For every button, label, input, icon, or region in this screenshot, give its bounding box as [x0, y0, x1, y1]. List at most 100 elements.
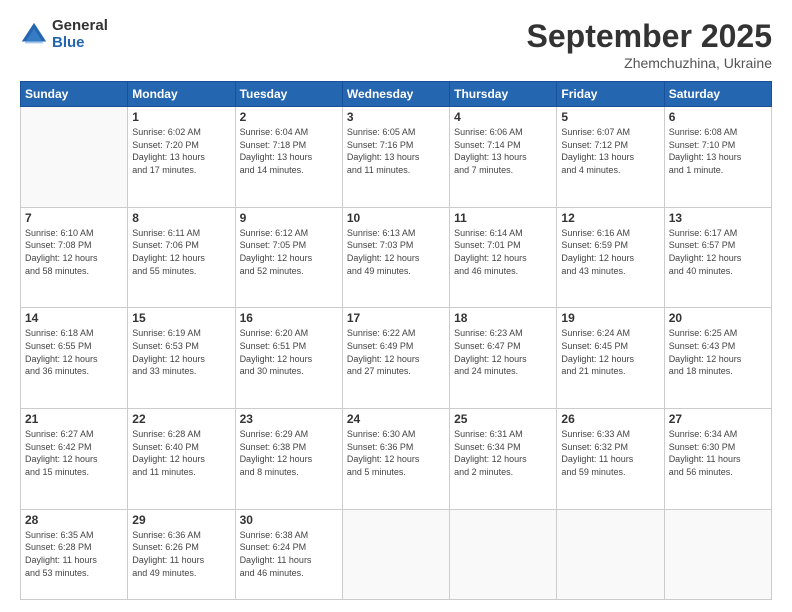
table-row: 22 Sunrise: 6:28 AM Sunset: 6:40 PM Dayli…	[128, 409, 235, 510]
day-info: Sunrise: 6:24 AM Sunset: 6:45 PM Dayligh…	[561, 327, 659, 377]
header-sunday: Sunday	[21, 82, 128, 107]
day-number: 29	[132, 513, 230, 527]
table-row: 23Sunrise: 6:29 AM Sunset: 6:38 PM Dayli…	[235, 409, 342, 510]
table-row: 13 Sunrise: 6:17 AM Sunset: 6:57 PM Dayli…	[664, 207, 771, 308]
day-info: Sunrise: 6:38 AM Sunset: 6:24 PM Dayligh…	[240, 529, 338, 579]
day-info: Sunrise: 6:07 AM Sunset: 7:12 PM Dayligh…	[561, 126, 659, 176]
day-info: Sunrise: 6:22 AM Sunset: 6:49 PM Dayligh…	[347, 327, 445, 377]
calendar-table: Sunday Monday Tuesday Wednesday Thursday…	[20, 81, 772, 600]
header-monday: Monday	[128, 82, 235, 107]
day-number: 11	[454, 211, 552, 225]
calendar-row: 21 Sunrise: 6:27 AM Sunset: 6:42 PM Dayli…	[21, 409, 772, 510]
day-info: Sunrise: 6:11 AM Sunset: 7:06 PM Dayligh…	[132, 227, 230, 277]
day-info: Sunrise: 6:25 AM Sunset: 6:43 PM Dayligh…	[669, 327, 767, 377]
day-number: 20	[669, 311, 767, 325]
day-info: Sunrise: 6:19 AM Sunset: 6:53 PM Dayligh…	[132, 327, 230, 377]
day-number: 13	[669, 211, 767, 225]
table-row: 27 Sunrise: 6:34 AM Sunset: 6:30 PM Dayli…	[664, 409, 771, 510]
table-row: 30Sunrise: 6:38 AM Sunset: 6:24 PM Dayli…	[235, 509, 342, 599]
header-friday: Friday	[557, 82, 664, 107]
table-row: 7 Sunrise: 6:10 AM Sunset: 7:08 PM Daylig…	[21, 207, 128, 308]
table-row: 5Sunrise: 6:07 AM Sunset: 7:12 PM Daylig…	[557, 107, 664, 208]
table-row: 21 Sunrise: 6:27 AM Sunset: 6:42 PM Dayli…	[21, 409, 128, 510]
day-info: Sunrise: 6:33 AM Sunset: 6:32 PM Dayligh…	[561, 428, 659, 478]
table-row: 14 Sunrise: 6:18 AM Sunset: 6:55 PM Dayli…	[21, 308, 128, 409]
table-row	[450, 509, 557, 599]
day-info: Sunrise: 6:35 AM Sunset: 6:28 PM Dayligh…	[25, 529, 123, 579]
day-info: Sunrise: 6:36 AM Sunset: 6:26 PM Dayligh…	[132, 529, 230, 579]
day-info: Sunrise: 6:28 AM Sunset: 6:40 PM Dayligh…	[132, 428, 230, 478]
day-info: Sunrise: 6:18 AM Sunset: 6:55 PM Dayligh…	[25, 327, 123, 377]
day-info: Sunrise: 6:06 AM Sunset: 7:14 PM Dayligh…	[454, 126, 552, 176]
day-number: 8	[132, 211, 230, 225]
table-row: 18 Sunrise: 6:23 AM Sunset: 6:47 PM Dayli…	[450, 308, 557, 409]
table-row: 4 Sunrise: 6:06 AM Sunset: 7:14 PM Daylig…	[450, 107, 557, 208]
day-info: Sunrise: 6:14 AM Sunset: 7:01 PM Dayligh…	[454, 227, 552, 277]
table-row: 28 Sunrise: 6:35 AM Sunset: 6:28 PM Dayli…	[21, 509, 128, 599]
day-number: 16	[240, 311, 338, 325]
day-number: 10	[347, 211, 445, 225]
calendar-row: 7 Sunrise: 6:10 AM Sunset: 7:08 PM Daylig…	[21, 207, 772, 308]
weekday-header-row: Sunday Monday Tuesday Wednesday Thursday…	[21, 82, 772, 107]
table-row: 15 Sunrise: 6:19 AM Sunset: 6:53 PM Dayli…	[128, 308, 235, 409]
day-info: Sunrise: 6:16 AM Sunset: 6:59 PM Dayligh…	[561, 227, 659, 277]
day-info: Sunrise: 6:08 AM Sunset: 7:10 PM Dayligh…	[669, 126, 767, 176]
logo-text: General Blue	[52, 18, 108, 51]
day-number: 19	[561, 311, 659, 325]
day-info: Sunrise: 6:12 AM Sunset: 7:05 PM Dayligh…	[240, 227, 338, 277]
day-info: Sunrise: 6:05 AM Sunset: 7:16 PM Dayligh…	[347, 126, 445, 176]
day-info: Sunrise: 6:17 AM Sunset: 6:57 PM Dayligh…	[669, 227, 767, 277]
day-info: Sunrise: 6:27 AM Sunset: 6:42 PM Dayligh…	[25, 428, 123, 478]
calendar-row: 28 Sunrise: 6:35 AM Sunset: 6:28 PM Dayli…	[21, 509, 772, 599]
day-number: 22	[132, 412, 230, 426]
day-info: Sunrise: 6:10 AM Sunset: 7:08 PM Dayligh…	[25, 227, 123, 277]
table-row	[342, 509, 449, 599]
day-number: 27	[669, 412, 767, 426]
location: Zhemchuzhina, Ukraine	[527, 55, 772, 71]
calendar-row: 14 Sunrise: 6:18 AM Sunset: 6:55 PM Dayli…	[21, 308, 772, 409]
day-info: Sunrise: 6:02 AM Sunset: 7:20 PM Dayligh…	[132, 126, 230, 176]
header-thursday: Thursday	[450, 82, 557, 107]
table-row: 17 Sunrise: 6:22 AM Sunset: 6:49 PM Dayli…	[342, 308, 449, 409]
table-row: 9 Sunrise: 6:12 AM Sunset: 7:05 PM Daylig…	[235, 207, 342, 308]
table-row: 29 Sunrise: 6:36 AM Sunset: 6:26 PM Dayli…	[128, 509, 235, 599]
header-wednesday: Wednesday	[342, 82, 449, 107]
day-number: 4	[454, 110, 552, 124]
logo-general-text: General	[52, 18, 108, 35]
day-number: 7	[25, 211, 123, 225]
day-number: 9	[240, 211, 338, 225]
day-number: 28	[25, 513, 123, 527]
day-info: Sunrise: 6:31 AM Sunset: 6:34 PM Dayligh…	[454, 428, 552, 478]
day-number: 3	[347, 110, 445, 124]
day-number: 26	[561, 412, 659, 426]
day-info: Sunrise: 6:29 AM Sunset: 6:38 PM Dayligh…	[240, 428, 338, 478]
table-row: 8 Sunrise: 6:11 AM Sunset: 7:06 PM Daylig…	[128, 207, 235, 308]
header-saturday: Saturday	[664, 82, 771, 107]
table-row: 16 Sunrise: 6:20 AM Sunset: 6:51 PM Dayli…	[235, 308, 342, 409]
day-info: Sunrise: 6:20 AM Sunset: 6:51 PM Dayligh…	[240, 327, 338, 377]
table-row: 12 Sunrise: 6:16 AM Sunset: 6:59 PM Dayli…	[557, 207, 664, 308]
month-title: September 2025	[527, 18, 772, 55]
day-number: 6	[669, 110, 767, 124]
day-number: 15	[132, 311, 230, 325]
day-info: Sunrise: 6:34 AM Sunset: 6:30 PM Dayligh…	[669, 428, 767, 478]
logo-blue-text: Blue	[52, 35, 108, 52]
table-row: 10Sunrise: 6:13 AM Sunset: 7:03 PM Dayli…	[342, 207, 449, 308]
day-number: 21	[25, 412, 123, 426]
day-number: 18	[454, 311, 552, 325]
day-info: Sunrise: 6:23 AM Sunset: 6:47 PM Dayligh…	[454, 327, 552, 377]
table-row: 6 Sunrise: 6:08 AM Sunset: 7:10 PM Daylig…	[664, 107, 771, 208]
title-block: September 2025 Zhemchuzhina, Ukraine	[527, 18, 772, 71]
table-row: 24 Sunrise: 6:30 AM Sunset: 6:36 PM Dayli…	[342, 409, 449, 510]
table-row	[557, 509, 664, 599]
day-number: 17	[347, 311, 445, 325]
logo: General Blue	[20, 18, 108, 51]
day-number: 12	[561, 211, 659, 225]
table-row: 3 Sunrise: 6:05 AM Sunset: 7:16 PM Daylig…	[342, 107, 449, 208]
day-info: Sunrise: 6:30 AM Sunset: 6:36 PM Dayligh…	[347, 428, 445, 478]
day-number: 1	[132, 110, 230, 124]
day-number: 24	[347, 412, 445, 426]
table-row: 19 Sunrise: 6:24 AM Sunset: 6:45 PM Dayli…	[557, 308, 664, 409]
day-number: 14	[25, 311, 123, 325]
calendar-row: 1 Sunrise: 6:02 AM Sunset: 7:20 PM Daylig…	[21, 107, 772, 208]
